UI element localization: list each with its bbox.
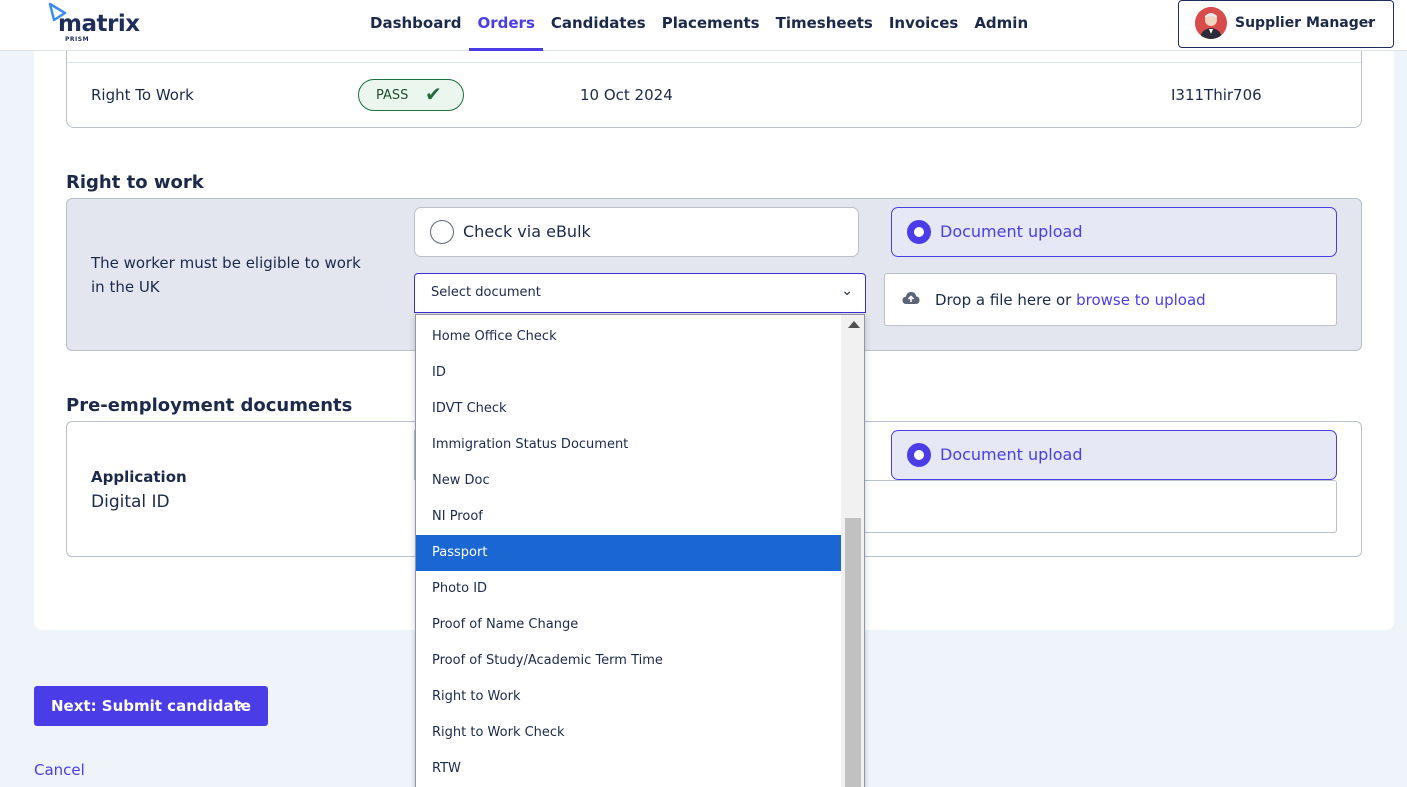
check-results-table: Right To Work PASS ✔ 10 Oct 2024 I311Thi…	[66, 51, 1362, 128]
radio-document-upload[interactable]: Document upload	[891, 207, 1337, 257]
nav-admin[interactable]: Admin	[966, 0, 1036, 51]
option-right-to-work[interactable]: Right to Work	[416, 679, 841, 715]
option-id[interactable]: ID	[416, 355, 841, 391]
chevron-down-icon: ⌄	[1365, 13, 1376, 27]
next-button-label: Next: Submit candidate	[51, 697, 251, 715]
check-date: 10 Oct 2024	[580, 86, 673, 104]
file-drop-zone[interactable]: Drop a file here or browse to upload	[884, 273, 1337, 326]
pre-employment-title: Pre-employment documents	[66, 395, 353, 416]
option-passport[interactable]: Passport	[416, 535, 841, 571]
dropdown-scrollbar[interactable]	[841, 315, 864, 787]
radio-label-upload-pre: Document upload	[940, 445, 1083, 464]
nav-placements[interactable]: Placements	[654, 0, 768, 51]
avatar	[1195, 7, 1227, 39]
status-badge: PASS ✔	[358, 79, 464, 111]
option-idvt-check[interactable]: IDVT Check	[416, 391, 841, 427]
right-to-work-description: The worker must be eligible to work in t…	[91, 254, 361, 296]
chevron-down-icon: ⌄	[841, 283, 853, 299]
document-value: Digital ID	[91, 492, 170, 512]
file-drop-zone-pre[interactable]	[860, 480, 1337, 533]
radio-label-upload: Document upload	[940, 222, 1083, 241]
drop-instruction: Drop a file here or	[935, 291, 1072, 309]
check-reference: I311Thir706	[1171, 86, 1262, 104]
option-rtw[interactable]: RTW	[416, 751, 841, 787]
user-avatar-icon	[1195, 7, 1227, 39]
next-submit-candidate-button[interactable]: Next: Submit candidate ›	[34, 686, 268, 726]
nav-timesheets[interactable]: Timesheets	[768, 0, 881, 51]
drop-zone-text: Drop a file here or browse to upload	[935, 291, 1206, 309]
option-ni-proof[interactable]: NI Proof	[416, 499, 841, 535]
radio-check-ebulk[interactable]: Check via eBulk	[414, 207, 859, 257]
option-right-to-work-check[interactable]: Right to Work Check	[416, 715, 841, 751]
user-menu-button[interactable]: Supplier Manager ⌄	[1178, 0, 1394, 48]
scroll-up-arrow-icon[interactable]	[848, 321, 860, 328]
document-label: Application	[91, 468, 187, 486]
cancel-link[interactable]: Cancel	[34, 761, 85, 779]
scrollbar-thumb[interactable]	[845, 518, 861, 787]
radio-button-selected[interactable]	[907, 220, 931, 244]
top-navigation-bar: matrix PRISM Dashboard Orders Candidates…	[0, 0, 1407, 51]
check-name: Right To Work	[91, 86, 194, 104]
chevron-right-icon: ›	[237, 694, 245, 715]
cloud-upload-icon	[902, 292, 920, 304]
logo-wordmark: matrix	[58, 11, 140, 37]
document-options-list: Home Office Check ID IDVT Check Immigrat…	[415, 314, 865, 787]
main-nav: Dashboard Orders Candidates Placements T…	[362, 0, 1036, 51]
option-home-office-check[interactable]: Home Office Check	[416, 319, 841, 355]
option-new-doc[interactable]: New Doc	[416, 463, 841, 499]
table-divider	[67, 62, 1361, 63]
user-name: Supplier Manager	[1235, 15, 1376, 31]
select-value: Select document	[431, 285, 541, 300]
option-proof-of-name-change[interactable]: Proof of Name Change	[416, 607, 841, 643]
right-to-work-title: Right to work	[66, 172, 204, 193]
nav-dashboard[interactable]: Dashboard	[362, 0, 469, 51]
radio-button-unselected[interactable]	[430, 220, 454, 244]
nav-orders[interactable]: Orders	[469, 0, 544, 51]
check-icon: ✔	[425, 82, 442, 106]
option-immigration-status-document[interactable]: Immigration Status Document	[416, 427, 841, 463]
radio-button-selected[interactable]	[907, 443, 931, 467]
radio-label-ebulk: Check via eBulk	[463, 222, 591, 241]
browse-upload-link[interactable]: browse to upload	[1076, 291, 1206, 309]
radio-document-upload-pre[interactable]: Document upload	[891, 430, 1337, 480]
option-photo-id[interactable]: Photo ID	[416, 571, 841, 607]
nav-invoices[interactable]: Invoices	[881, 0, 966, 51]
select-document-dropdown[interactable]: Select document ⌄	[414, 273, 866, 313]
matrix-logo[interactable]: matrix PRISM	[48, 2, 158, 44]
option-proof-of-study[interactable]: Proof of Study/Academic Term Time	[416, 643, 841, 679]
status-text: PASS	[376, 88, 409, 103]
logo-subtext: PRISM	[65, 36, 90, 43]
nav-candidates[interactable]: Candidates	[543, 0, 654, 51]
